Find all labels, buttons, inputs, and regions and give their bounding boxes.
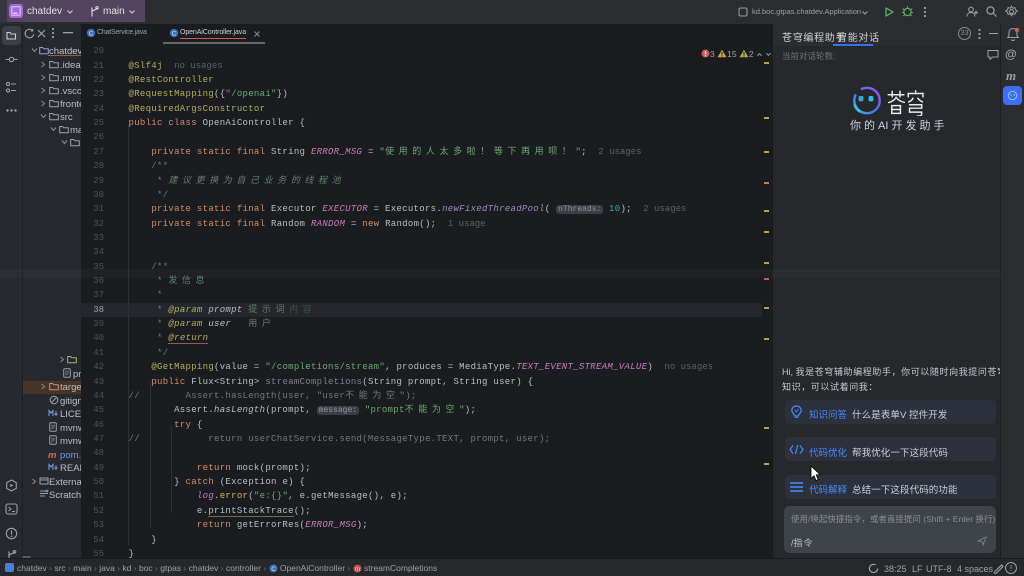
svg-text:C: C xyxy=(88,30,93,37)
svg-text:m: m xyxy=(355,567,360,573)
svg-text:C: C xyxy=(172,30,177,37)
svg-text:C: C xyxy=(271,567,276,573)
